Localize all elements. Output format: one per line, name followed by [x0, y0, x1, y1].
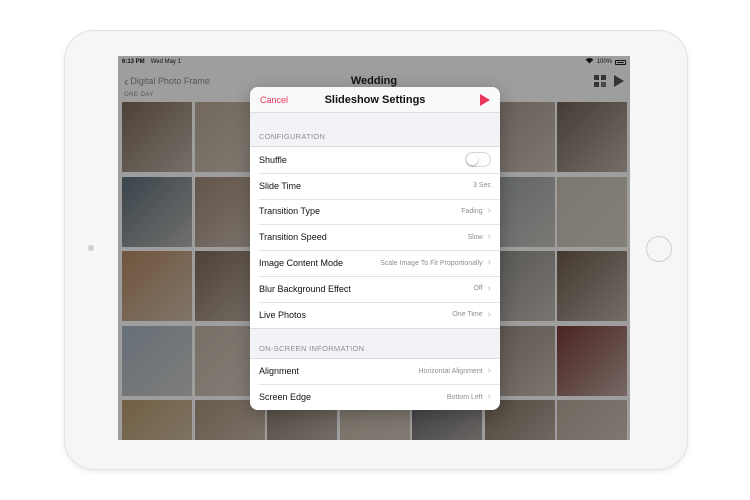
row-label: Shuffle — [259, 154, 287, 165]
row-value: Slow — [467, 233, 483, 241]
row-value: Scale Image To Fit Proportionally — [380, 259, 483, 267]
row-value: 3 Sec — [473, 182, 491, 190]
row-value: Horizontal Alignment — [418, 367, 483, 375]
screen-edge-row[interactable]: Screen Edge Bottom Left › — [250, 384, 500, 410]
slide-time-row[interactable]: Slide Time 3 Sec — [250, 172, 500, 199]
shuffle-row[interactable]: Shuffle — [250, 147, 500, 173]
cancel-button[interactable]: Cancel — [260, 95, 288, 105]
row-label: Slide Time — [259, 180, 302, 191]
row-value: Fading — [461, 207, 483, 215]
transition-type-row[interactable]: Transition Type Fading › — [250, 198, 500, 225]
start-slideshow-play-icon[interactable] — [480, 93, 490, 106]
row-label: Alignment — [259, 366, 300, 377]
slideshow-settings-modal: Cancel Slideshow Settings CONFIGURATION … — [250, 87, 500, 410]
image-content-mode-row[interactable]: Image Content Mode Scale Image To Fit Pr… — [250, 250, 500, 276]
row-label: Screen Edge — [259, 392, 312, 403]
shuffle-toggle[interactable] — [465, 152, 491, 168]
front-camera — [88, 245, 94, 251]
configuration-header: CONFIGURATION — [259, 132, 326, 141]
on-screen-info-header: ON-SCREEN INFORMATION — [259, 343, 365, 353]
chevron-right-icon: › — [487, 308, 491, 320]
modal-header: Cancel Slideshow Settings — [250, 87, 500, 113]
row-value: One Time — [452, 311, 483, 319]
configuration-group: Shuffle Slide Time 3 Sec Transition Type… — [250, 146, 500, 329]
row-label: Blur Background Effect — [259, 283, 351, 294]
on-screen-info-group: Alignment Horizontal Alignment › Screen … — [250, 357, 500, 410]
home-button[interactable] — [646, 236, 672, 262]
row-label: Image Content Mode — [259, 258, 344, 269]
row-label: Transition Speed — [259, 232, 327, 243]
row-value: Off — [473, 285, 483, 293]
chevron-right-icon: › — [487, 365, 491, 377]
chevron-right-icon: › — [487, 282, 491, 294]
row-label: Live Photos — [259, 309, 307, 320]
row-label: Transition Type — [259, 206, 321, 217]
chevron-right-icon: › — [487, 205, 491, 217]
live-photos-row[interactable]: Live Photos One Time › — [250, 301, 500, 328]
blur-background-row[interactable]: Blur Background Effect Off › — [250, 275, 500, 302]
transition-speed-row[interactable]: Transition Speed Slow › — [250, 224, 500, 250]
row-value: Bottom Left — [446, 393, 483, 401]
chevron-right-icon: › — [487, 231, 491, 243]
chevron-right-icon: › — [487, 257, 491, 269]
alignment-row[interactable]: Alignment Horizontal Alignment › — [250, 359, 500, 385]
chevron-right-icon: › — [487, 391, 491, 403]
